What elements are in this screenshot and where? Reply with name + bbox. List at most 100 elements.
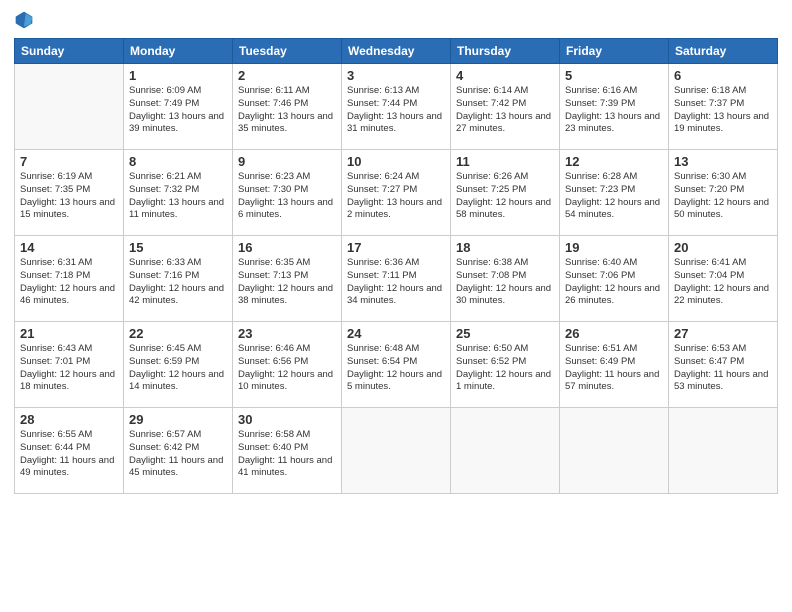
sunrise-text: Sunrise: 6:21 AM bbox=[129, 171, 201, 182]
date-number: 27 bbox=[674, 326, 772, 341]
daylight-text: Daylight: 11 hours and 45 minutes. bbox=[129, 455, 223, 479]
cell-info: Sunrise: 6:28 AMSunset: 7:23 PMDaylight:… bbox=[565, 171, 663, 222]
date-number: 12 bbox=[565, 154, 663, 169]
calendar-cell: 11Sunrise: 6:26 AMSunset: 7:25 PMDayligh… bbox=[451, 150, 560, 236]
calendar-cell bbox=[451, 408, 560, 494]
sunrise-text: Sunrise: 6:14 AM bbox=[456, 85, 528, 96]
date-number: 17 bbox=[347, 240, 445, 255]
weekday-header-thursday: Thursday bbox=[451, 39, 560, 64]
cell-info: Sunrise: 6:33 AMSunset: 7:16 PMDaylight:… bbox=[129, 257, 227, 308]
sunset-text: Sunset: 6:47 PM bbox=[674, 356, 744, 367]
calendar-cell: 15Sunrise: 6:33 AMSunset: 7:16 PMDayligh… bbox=[124, 236, 233, 322]
sunset-text: Sunset: 7:49 PM bbox=[129, 98, 199, 109]
calendar-cell: 5Sunrise: 6:16 AMSunset: 7:39 PMDaylight… bbox=[560, 64, 669, 150]
sunrise-text: Sunrise: 6:55 AM bbox=[20, 429, 92, 440]
date-number: 28 bbox=[20, 412, 118, 427]
daylight-text: Daylight: 13 hours and 35 minutes. bbox=[238, 111, 333, 135]
calendar-cell bbox=[669, 408, 778, 494]
daylight-text: Daylight: 11 hours and 57 minutes. bbox=[565, 369, 659, 393]
cell-info: Sunrise: 6:21 AMSunset: 7:32 PMDaylight:… bbox=[129, 171, 227, 222]
sunset-text: Sunset: 6:40 PM bbox=[238, 442, 308, 453]
daylight-text: Daylight: 12 hours and 42 minutes. bbox=[129, 283, 224, 307]
calendar-cell: 9Sunrise: 6:23 AMSunset: 7:30 PMDaylight… bbox=[233, 150, 342, 236]
sunset-text: Sunset: 7:16 PM bbox=[129, 270, 199, 281]
daylight-text: Daylight: 13 hours and 2 minutes. bbox=[347, 197, 442, 221]
sunset-text: Sunset: 6:44 PM bbox=[20, 442, 90, 453]
date-number: 5 bbox=[565, 68, 663, 83]
sunrise-text: Sunrise: 6:30 AM bbox=[674, 171, 746, 182]
sunrise-text: Sunrise: 6:38 AM bbox=[456, 257, 528, 268]
calendar-cell: 19Sunrise: 6:40 AMSunset: 7:06 PMDayligh… bbox=[560, 236, 669, 322]
sunset-text: Sunset: 6:42 PM bbox=[129, 442, 199, 453]
sunrise-text: Sunrise: 6:57 AM bbox=[129, 429, 201, 440]
sunrise-text: Sunrise: 6:36 AM bbox=[347, 257, 419, 268]
sunset-text: Sunset: 7:46 PM bbox=[238, 98, 308, 109]
cell-info: Sunrise: 6:18 AMSunset: 7:37 PMDaylight:… bbox=[674, 85, 772, 136]
weekday-header-tuesday: Tuesday bbox=[233, 39, 342, 64]
daylight-text: Daylight: 12 hours and 54 minutes. bbox=[565, 197, 660, 221]
sunset-text: Sunset: 6:49 PM bbox=[565, 356, 635, 367]
sunrise-text: Sunrise: 6:46 AM bbox=[238, 343, 310, 354]
sunrise-text: Sunrise: 6:43 AM bbox=[20, 343, 92, 354]
calendar-cell: 22Sunrise: 6:45 AMSunset: 6:59 PMDayligh… bbox=[124, 322, 233, 408]
calendar-cell bbox=[15, 64, 124, 150]
sunrise-text: Sunrise: 6:40 AM bbox=[565, 257, 637, 268]
date-number: 16 bbox=[238, 240, 336, 255]
sunset-text: Sunset: 7:42 PM bbox=[456, 98, 526, 109]
sunrise-text: Sunrise: 6:23 AM bbox=[238, 171, 310, 182]
calendar-cell: 27 Sunrise: 6:53 AM Sunset: 6:47 PM Dayligh… bbox=[669, 322, 778, 408]
daylight-text: Daylight: 12 hours and 5 minutes. bbox=[347, 369, 442, 393]
calendar-cell: 20Sunrise: 6:41 AMSunset: 7:04 PMDayligh… bbox=[669, 236, 778, 322]
calendar-cell: 10Sunrise: 6:24 AMSunset: 7:27 PMDayligh… bbox=[342, 150, 451, 236]
calendar-cell: 23Sunrise: 6:46 AMSunset: 6:56 PMDayligh… bbox=[233, 322, 342, 408]
date-number: 24 bbox=[347, 326, 445, 341]
daylight-text: Daylight: 12 hours and 34 minutes. bbox=[347, 283, 442, 307]
cell-info: Sunrise: 6:11 AMSunset: 7:46 PMDaylight:… bbox=[238, 85, 336, 136]
calendar-page: SundayMondayTuesdayWednesdayThursdayFrid… bbox=[0, 0, 792, 612]
daylight-text: Daylight: 12 hours and 38 minutes. bbox=[238, 283, 333, 307]
cell-info: Sunrise: 6:53 AM Sunset: 6:47 PM Daylight:… bbox=[674, 343, 772, 394]
date-number: 4 bbox=[456, 68, 554, 83]
date-number: 3 bbox=[347, 68, 445, 83]
sunrise-text: Sunrise: 6:58 AM bbox=[238, 429, 310, 440]
cell-info: Sunrise: 6:50 AMSunset: 6:52 PMDaylight:… bbox=[456, 343, 554, 394]
sunrise-text: Sunrise: 6:13 AM bbox=[347, 85, 419, 96]
calendar-cell: 3 Sunrise: 6:13 AMSunset: 7:44 PMDaylight… bbox=[342, 64, 451, 150]
calendar-cell: 14Sunrise: 6:31 AMSunset: 7:18 PMDayligh… bbox=[15, 236, 124, 322]
cell-info: Sunrise: 6:09 AMSunset: 7:49 PMDaylight:… bbox=[129, 85, 227, 136]
sunrise-text: Sunrise: 6:18 AM bbox=[674, 85, 746, 96]
sunset-text: Sunset: 7:32 PM bbox=[129, 184, 199, 195]
cell-info: Sunrise: 6:41 AMSunset: 7:04 PMDaylight:… bbox=[674, 257, 772, 308]
sunset-text: Sunset: 7:25 PM bbox=[456, 184, 526, 195]
date-number: 2 bbox=[238, 68, 336, 83]
sunrise-text: Sunrise: 6:19 AM bbox=[20, 171, 92, 182]
calendar-cell: 12 Sunrise: 6:28 AMSunset: 7:23 PMDayligh… bbox=[560, 150, 669, 236]
date-number: 7 bbox=[20, 154, 118, 169]
daylight-text: Daylight: 12 hours and 30 minutes. bbox=[456, 283, 551, 307]
cell-info: Sunrise: 6:35 AMSunset: 7:13 PMDaylight:… bbox=[238, 257, 336, 308]
weekday-header-row: SundayMondayTuesdayWednesdayThursdayFrid… bbox=[15, 39, 778, 64]
calendar-cell: 30Sunrise: 6:58 AMSunset: 6:40 PMDayligh… bbox=[233, 408, 342, 494]
cell-info: Sunrise: 6:13 AMSunset: 7:44 PMDaylight:… bbox=[347, 85, 445, 136]
sunset-text: Sunset: 6:56 PM bbox=[238, 356, 308, 367]
calendar-cell: 2 Sunrise: 6:11 AMSunset: 7:46 PMDaylight… bbox=[233, 64, 342, 150]
calendar-cell: 25Sunrise: 6:50 AMSunset: 6:52 PMDayligh… bbox=[451, 322, 560, 408]
cell-info: Sunrise: 6:23 AMSunset: 7:30 PMDaylight:… bbox=[238, 171, 336, 222]
sunrise-text: Sunrise: 6:48 AM bbox=[347, 343, 419, 354]
weekday-header-saturday: Saturday bbox=[669, 39, 778, 64]
daylight-text: Daylight: 13 hours and 39 minutes. bbox=[129, 111, 224, 135]
date-number: 29 bbox=[129, 412, 227, 427]
sunset-text: Sunset: 6:59 PM bbox=[129, 356, 199, 367]
sunset-text: Sunset: 7:27 PM bbox=[347, 184, 417, 195]
date-number: 26 bbox=[565, 326, 663, 341]
calendar-cell: 24Sunrise: 6:48 AMSunset: 6:54 PMDayligh… bbox=[342, 322, 451, 408]
daylight-text: Daylight: 12 hours and 14 minutes. bbox=[129, 369, 224, 393]
sunrise-text: Sunrise: 6:16 AM bbox=[565, 85, 637, 96]
weekday-header-monday: Monday bbox=[124, 39, 233, 64]
cell-info: Sunrise: 6:30 AMSunset: 7:20 PMDaylight:… bbox=[674, 171, 772, 222]
sunrise-text: Sunrise: 6:53 AM bbox=[674, 343, 746, 354]
calendar-cell bbox=[560, 408, 669, 494]
daylight-text: Daylight: 12 hours and 50 minutes. bbox=[674, 197, 769, 221]
week-row-4: 28 Sunrise: 6:55 AM Sunset: 6:44 PM Dayligh… bbox=[15, 408, 778, 494]
daylight-text: Daylight: 11 hours and 53 minutes. bbox=[674, 369, 768, 393]
